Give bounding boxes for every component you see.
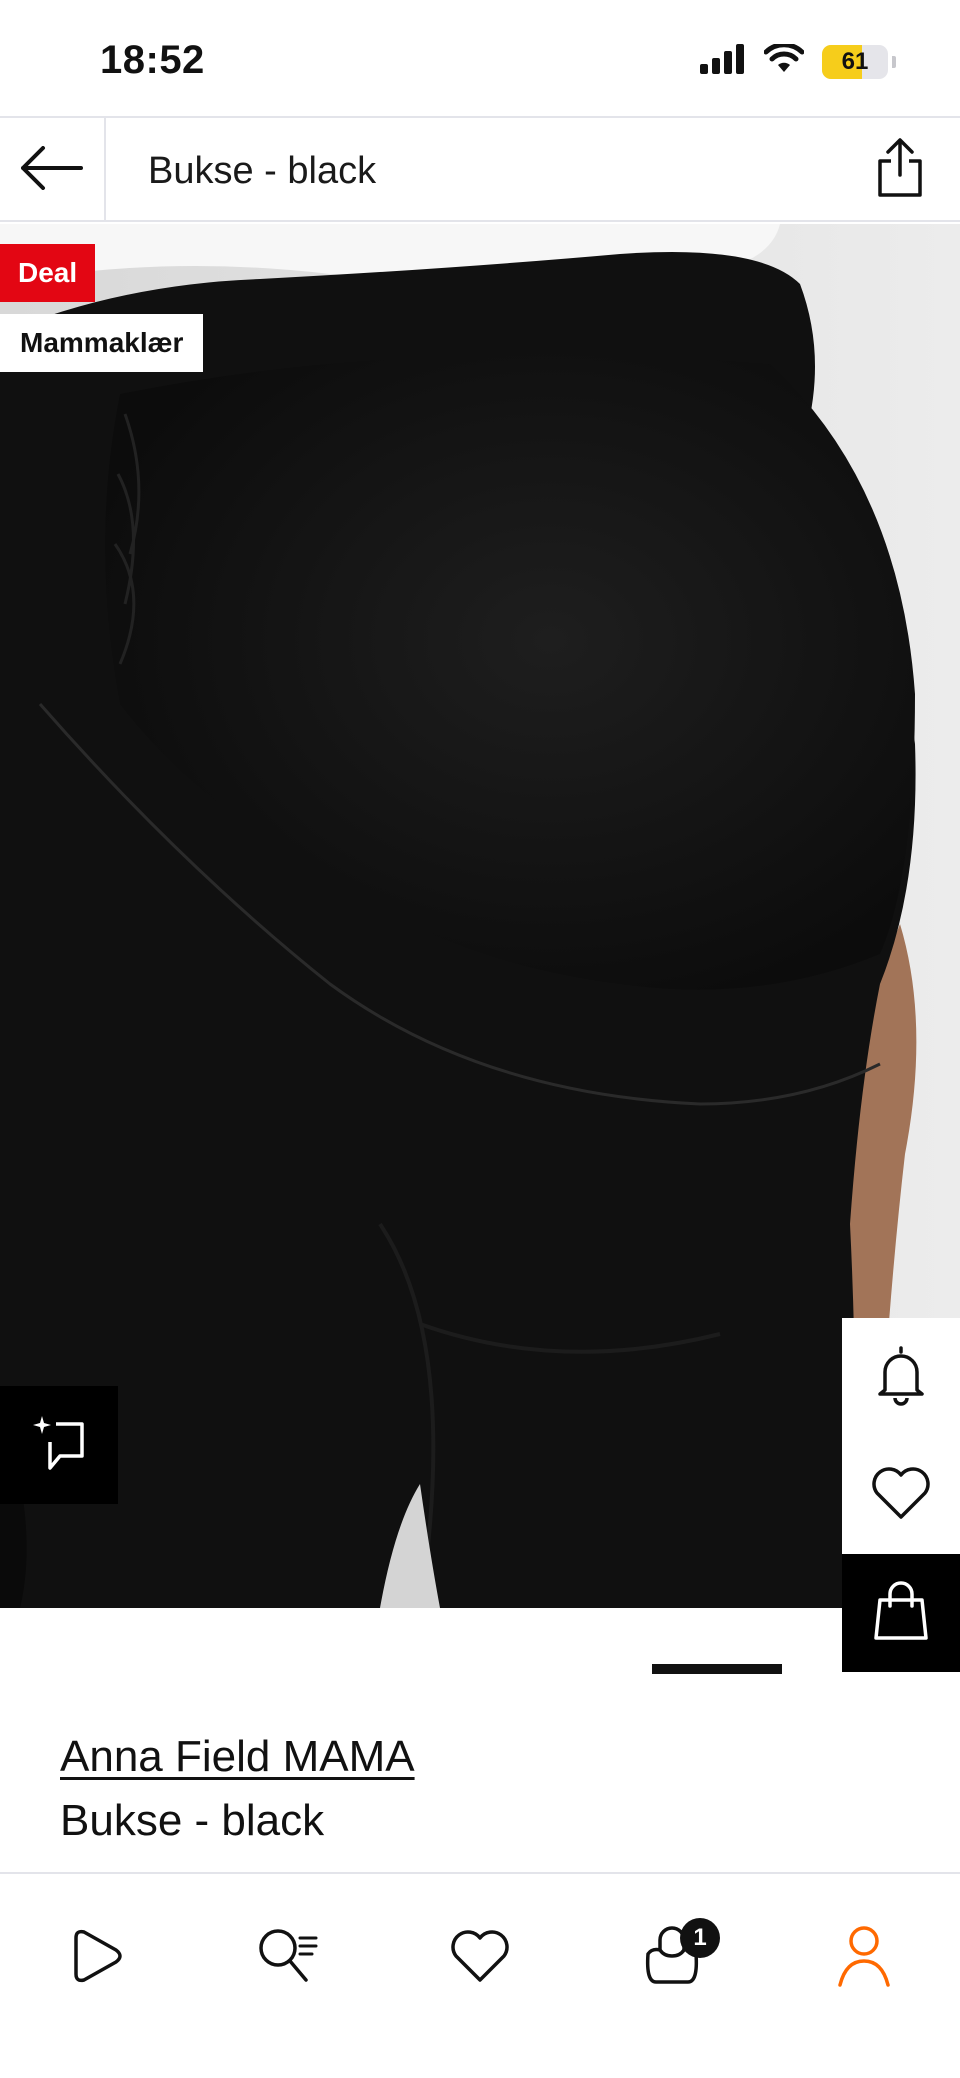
side-actions bbox=[842, 1318, 960, 1672]
cart-count-badge: 1 bbox=[680, 1918, 720, 1958]
status-icons: 61 bbox=[700, 42, 896, 79]
nav-wishlist[interactable] bbox=[420, 1898, 540, 2018]
shopping-bag-icon bbox=[874, 1580, 928, 1647]
nav-bag[interactable]: 1 bbox=[612, 1898, 732, 2018]
notify-button[interactable] bbox=[842, 1318, 960, 1436]
category-badge: Mammaklær bbox=[0, 314, 204, 372]
find-similar-button[interactable] bbox=[0, 1386, 118, 1504]
brand-link[interactable]: Anna Field MAMA bbox=[60, 1732, 415, 1782]
heart-icon bbox=[870, 1465, 932, 1526]
bottom-navigation: 1 bbox=[0, 1872, 960, 2078]
battery-cap bbox=[892, 55, 896, 68]
image-carousel-indicator bbox=[0, 1664, 960, 1674]
product-image[interactable] bbox=[0, 224, 960, 1608]
wifi-icon bbox=[763, 42, 805, 79]
play-icon bbox=[68, 1926, 124, 1991]
share-button[interactable] bbox=[868, 137, 932, 204]
battery-level: 61 bbox=[841, 47, 869, 75]
status-bar: 18:52 61 bbox=[0, 0, 960, 116]
sparkle-frame-icon bbox=[30, 1414, 88, 1477]
cellular-signal-icon bbox=[700, 44, 746, 79]
product-name: Bukse - black bbox=[60, 1796, 325, 1845]
back-button[interactable] bbox=[0, 118, 106, 222]
nav-profile[interactable] bbox=[804, 1898, 924, 2018]
share-icon bbox=[876, 137, 924, 204]
search-icon bbox=[256, 1926, 320, 1991]
nav-search[interactable] bbox=[228, 1898, 348, 2018]
add-to-bag-button[interactable] bbox=[842, 1554, 960, 1672]
profile-icon bbox=[836, 1925, 892, 1992]
deal-badge: Deal bbox=[0, 244, 96, 302]
top-bar: Bukse - black bbox=[0, 116, 960, 222]
carousel-indicator-active bbox=[652, 1664, 782, 1674]
page-title: Bukse - black bbox=[148, 150, 377, 192]
heart-icon bbox=[449, 1928, 511, 1989]
arrow-left-icon bbox=[21, 145, 83, 195]
battery-icon: 61 bbox=[822, 44, 888, 79]
wishlist-button[interactable] bbox=[842, 1436, 960, 1554]
bell-icon bbox=[876, 1344, 926, 1411]
nav-discover[interactable] bbox=[36, 1898, 156, 2018]
status-time: 18:52 bbox=[100, 38, 205, 82]
